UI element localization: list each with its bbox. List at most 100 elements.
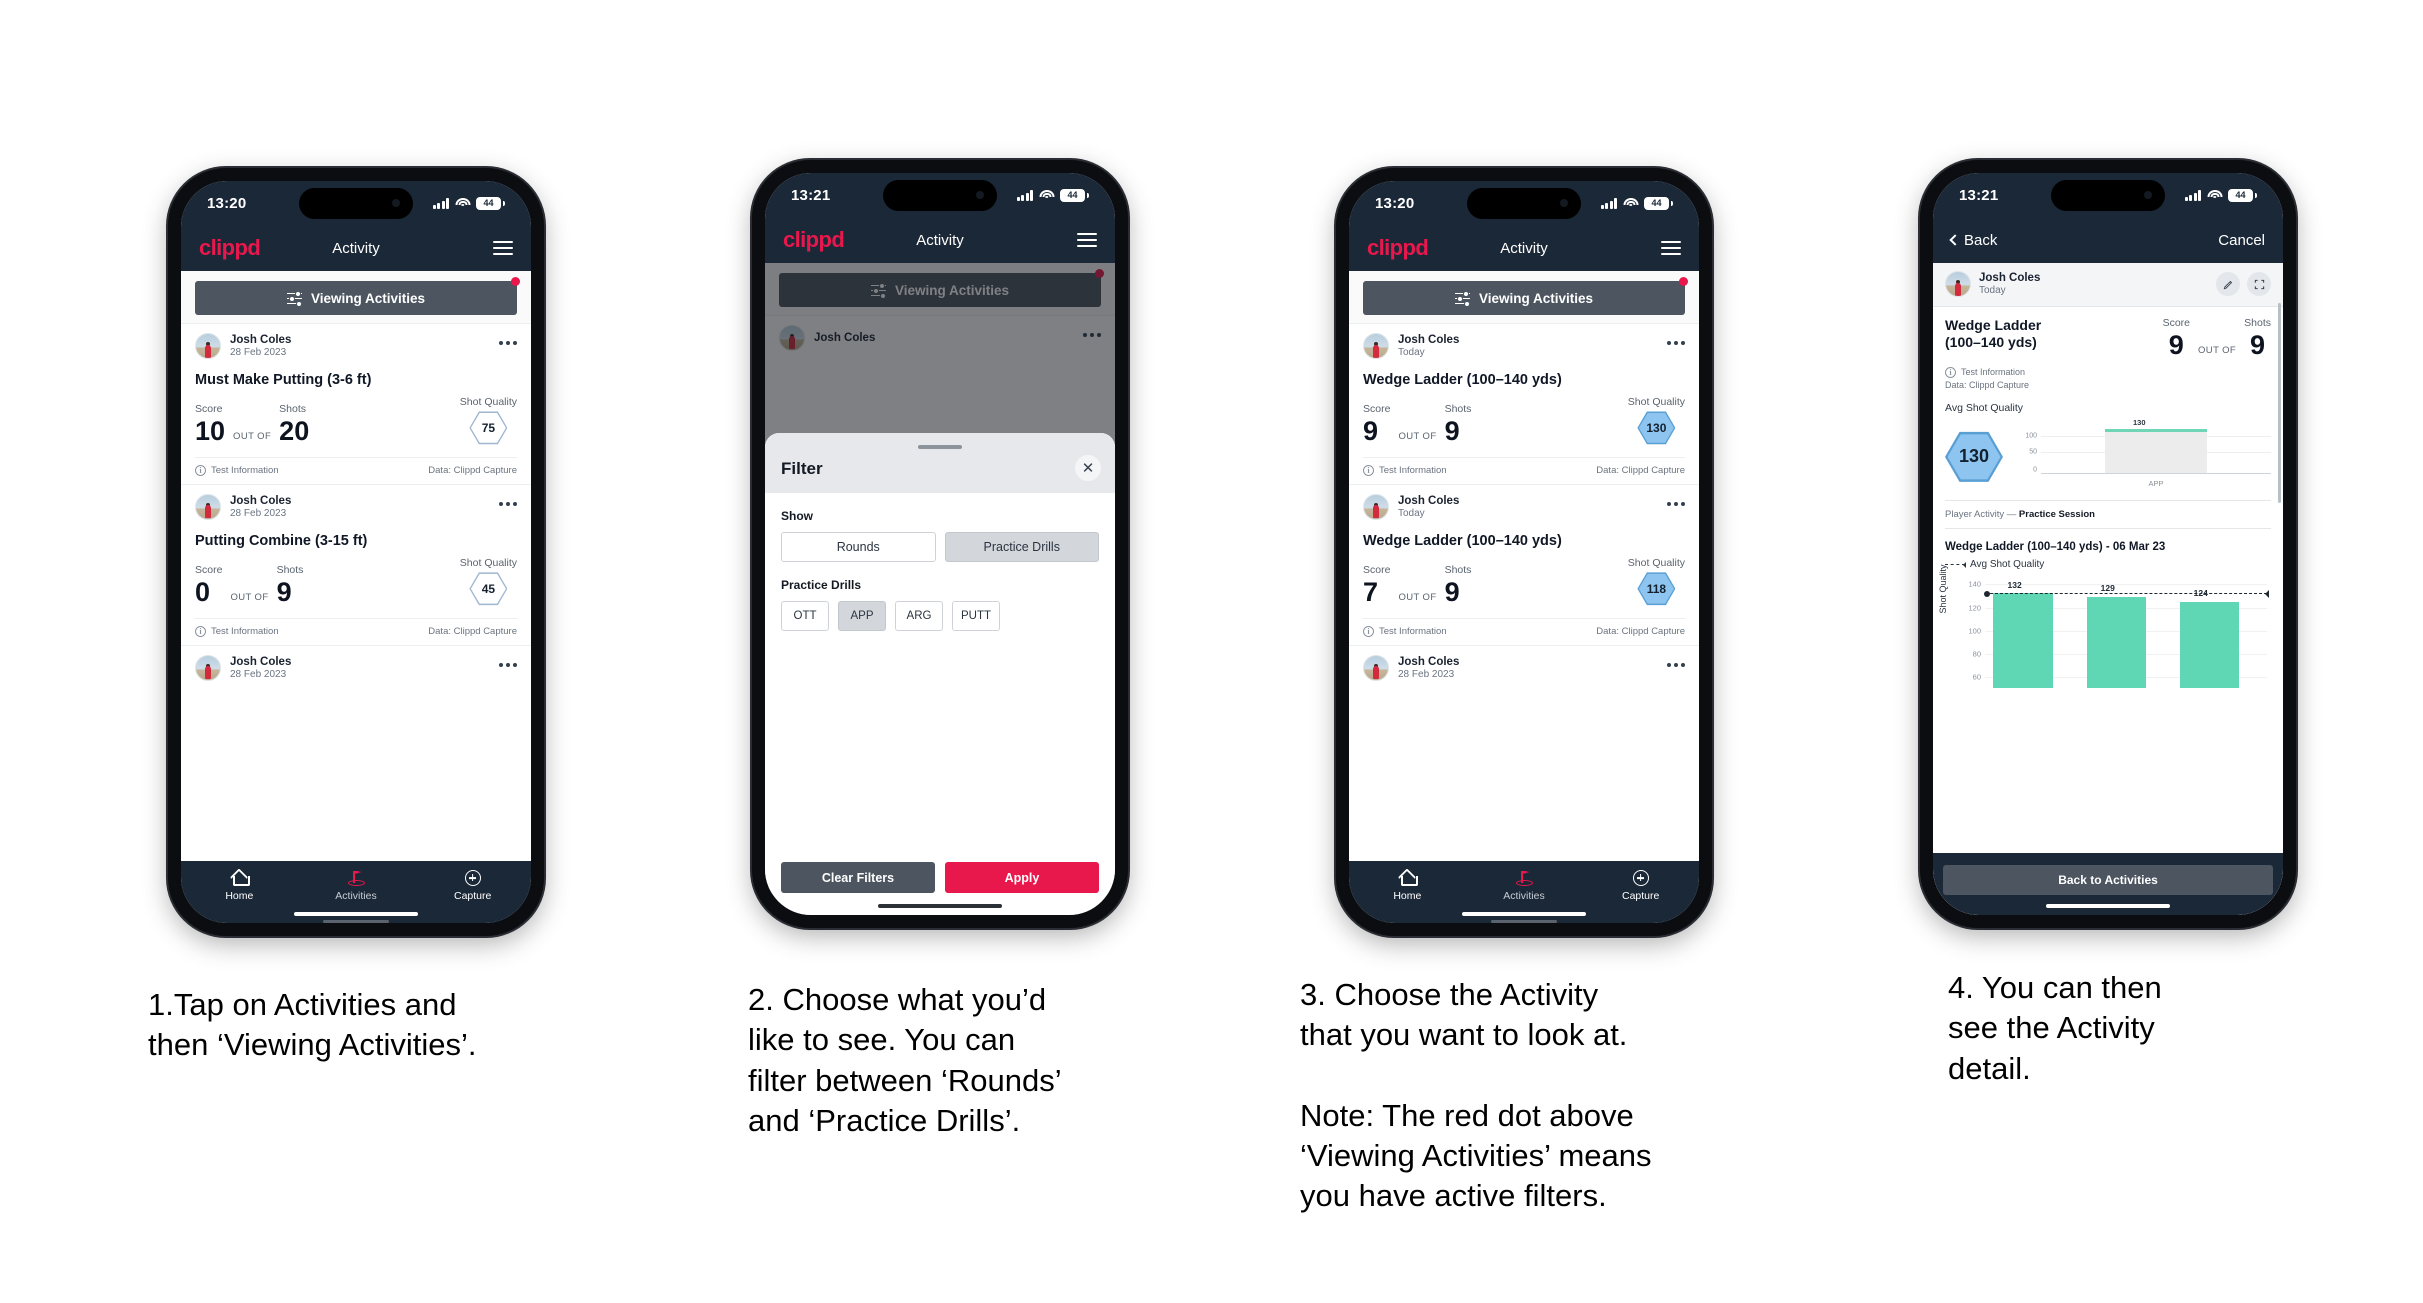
app-header: clippd Activity (181, 225, 531, 271)
viewing-activities-button[interactable]: Viewing Activities (1363, 281, 1685, 315)
viewing-activities-button[interactable]: Viewing Activities (195, 281, 517, 315)
shot-quality-badge: 75 (469, 411, 508, 445)
card-overflow-menu-icon[interactable] (1667, 340, 1685, 352)
shot-quality-bar-chart: Shot Quality 140 120 100 80 60 132 129 1… (1938, 564, 2271, 688)
detail-title-line2: (100–140 yds) (1945, 334, 2037, 351)
chart-plot-area: 132 129 124 (1984, 578, 2269, 688)
filter-option-practice-drills[interactable]: Practice Drills (944, 532, 1099, 562)
card-user-name: Josh Coles (230, 655, 292, 668)
tab-activities[interactable]: Activities (298, 861, 415, 923)
filter-title: Filter (781, 459, 823, 478)
caption-step-4: 4. You can then see the Activity detail. (1948, 970, 2162, 1086)
filter-option-arg[interactable]: ARG (895, 601, 943, 631)
clippd-logo: clippd (199, 235, 261, 260)
shot-quality-label: Shot Quality (1627, 395, 1685, 408)
menu-icon[interactable] (1077, 233, 1097, 247)
detail-data-source: Data: Clippd Capture (1945, 379, 2030, 390)
shot-quality-badge: 130 (1637, 411, 1676, 445)
home-indicator (2046, 903, 2170, 908)
tick-80: 80 (1972, 649, 1981, 659)
shots-label: Shots (279, 402, 307, 415)
avatar (195, 655, 221, 682)
sheet-drag-handle[interactable] (918, 445, 962, 449)
filter-option-rounds[interactable]: Rounds (781, 532, 936, 562)
phone-2: 13:21 44 clippd Activity Viewing Activit… (752, 160, 1128, 928)
shot-quality-badge: 118 (1637, 572, 1676, 606)
pencil-icon[interactable] (2216, 272, 2240, 297)
chart-legend: Avg Shot Quality (1945, 559, 2271, 570)
status-time: 13:20 (1375, 194, 1415, 212)
filter-option-ott[interactable]: OTT (781, 601, 829, 631)
battery-level: 44 (476, 196, 501, 210)
viewing-activities-label: Viewing Activities (310, 290, 426, 306)
card-overflow-menu-icon[interactable] (499, 501, 517, 513)
tab-home[interactable]: Home (1349, 861, 1466, 911)
tab-capture[interactable]: Capture (1582, 861, 1699, 911)
activity-card[interactable]: Josh Coles Today Wedge Ladder (100–140 y… (1349, 483, 1699, 645)
plus-circle-icon (464, 870, 481, 886)
apply-button[interactable]: Apply (945, 862, 1099, 893)
avatar (195, 494, 221, 521)
filter-option-app[interactable]: APP (838, 601, 886, 631)
status-bar: 13:21 44 (1933, 173, 2283, 217)
shot-quality-value: 75 (481, 420, 496, 435)
avg-shot-quality-line (1984, 590, 2269, 599)
out-of-label: OUT OF (230, 591, 269, 603)
show-options: Rounds Practice Drills (781, 532, 1099, 562)
detail-test-information: Test Information (1961, 367, 2026, 378)
filter-sheet-header: Filter ✕ (765, 433, 1115, 493)
card-date: Today (1398, 347, 1425, 359)
mini-chart-x-label: APP (2148, 478, 2164, 488)
detail-body: Wedge Ladder (100–140 yds) Score 9 OUT O… (1933, 306, 2283, 688)
mini-bar-label: 130 (2133, 417, 2146, 427)
card-overflow-menu-icon[interactable] (1667, 662, 1685, 674)
back-button[interactable]: Back (1949, 232, 1997, 249)
tutorial-board: 13:20 44 clippd Activity Viewing Activit… (0, 0, 2423, 1303)
detail-header: Josh Coles Today (1933, 263, 2283, 307)
chart-y-axis-label: Shot Quality (1938, 564, 1948, 614)
bar-1-value: 132 (2007, 580, 2022, 591)
card-date: 28 Feb 2023 (1398, 669, 1455, 681)
show-section-label: Show (781, 509, 813, 523)
card-overflow-menu-icon[interactable] (499, 662, 517, 674)
shot-quality-badge: 45 (469, 572, 508, 606)
card-overflow-menu-icon[interactable] (499, 340, 517, 352)
scrollbar[interactable] (2278, 303, 2281, 503)
filter-option-putt[interactable]: PUTT (952, 601, 1000, 631)
tab-capture[interactable]: Capture (414, 861, 531, 911)
activity-card[interactable]: Josh Coles 28 Feb 2023 (181, 644, 531, 682)
cancel-button[interactable]: Cancel (2218, 232, 2265, 249)
tab-home[interactable]: Home (181, 861, 298, 911)
card-date: 28 Feb 2023 (230, 669, 287, 681)
practice-drills-section-label: Practice Drills (781, 578, 862, 592)
menu-icon[interactable] (1661, 241, 1681, 255)
legend-dash-icon (1945, 561, 1966, 568)
status-bar: 13:20 44 (181, 181, 531, 225)
clear-filters-button[interactable]: Clear Filters (781, 862, 935, 893)
activity-card[interactable]: Josh Coles 28 Feb 2023 (1349, 644, 1699, 682)
shot-quality-label: Shot Quality (459, 395, 517, 408)
close-icon[interactable]: ✕ (1075, 455, 1101, 481)
activity-card[interactable]: Josh Coles Today Wedge Ladder (100–140 y… (1349, 323, 1699, 484)
drill-options: OTT APP ARG PUTT (781, 601, 1099, 631)
detail-shots-label: Shots (2244, 316, 2271, 329)
detail-user-name: Josh Coles (1979, 272, 2041, 284)
score-value: 7 (1363, 576, 1379, 607)
mini-chart-plot: 130 (2041, 418, 2271, 474)
tab-activities[interactable]: Activities (1466, 861, 1583, 923)
score-label: Score (195, 402, 223, 415)
shot-quality-value: 130 (1646, 420, 1667, 435)
info-icon: i (195, 464, 206, 476)
activity-card[interactable]: Josh Coles 28 Feb 2023 Must Make Putting… (181, 323, 531, 484)
back-to-activities-button[interactable]: Back to Activities (1943, 865, 2273, 895)
activity-card[interactable]: Josh Coles 28 Feb 2023 Putting Combine (… (181, 483, 531, 645)
dynamic-island (1467, 188, 1581, 219)
detail-score-value: 9 (2168, 329, 2184, 360)
fullscreen-icon[interactable] (2247, 272, 2271, 297)
shot-quality-value: 45 (481, 581, 496, 596)
avatar (195, 333, 221, 360)
menu-icon[interactable] (493, 241, 513, 255)
card-overflow-menu-icon[interactable] (1667, 501, 1685, 513)
test-information-label: Test Information (1379, 625, 1447, 637)
shots-label: Shots (276, 563, 304, 576)
